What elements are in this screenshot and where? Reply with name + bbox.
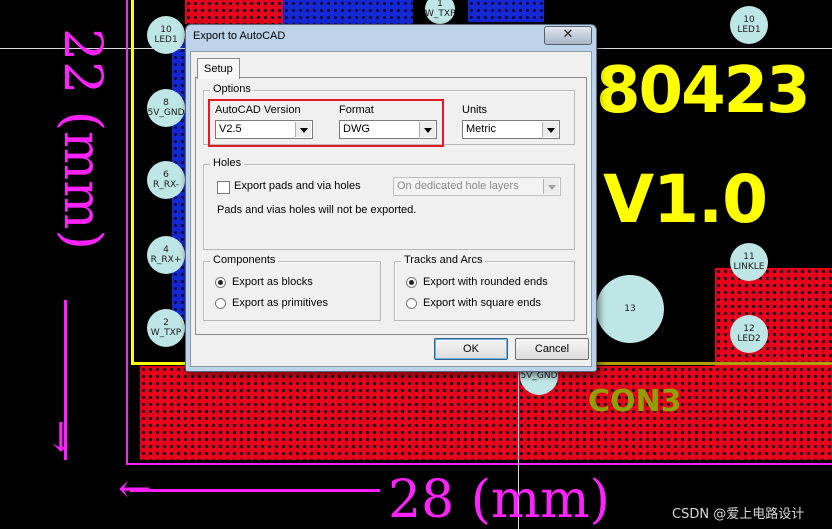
pcb-pad: 6 R_RX- [147, 161, 185, 199]
board-outline-left [126, 0, 128, 465]
copper-bottom-layer-top [283, 0, 413, 24]
tab-setup[interactable]: Setup [197, 58, 240, 79]
copper-pour-right [715, 268, 832, 366]
dimension-vertical-arrow-icon: ↓ [44, 415, 78, 461]
silkscreen-connector: CON3 [588, 384, 682, 419]
cancel-button[interactable]: Cancel [515, 338, 589, 360]
chevron-down-icon [542, 122, 558, 137]
silkscreen-trace [590, 362, 832, 365]
copper-bottom-layer-top-2 [468, 0, 544, 22]
close-icon: ✕ [562, 27, 574, 42]
silkscreen-frame-left [131, 0, 134, 365]
silkscreen-frame-bottom [131, 362, 191, 365]
rounded-ends-radio[interactable] [406, 277, 417, 288]
copper-pour-top [185, 0, 285, 24]
close-button[interactable]: ✕ [544, 26, 592, 45]
pcb-pad: 8 5V_GND [147, 89, 185, 127]
watermark: CSDN @爱上电路设计 [672, 507, 805, 522]
rounded-ends-label[interactable]: Export with rounded ends [423, 276, 548, 288]
holes-note: Pads and vias holes will not be exported… [217, 204, 417, 216]
dimension-horizontal-label: 28 (mm) [388, 470, 610, 529]
options-group: Options AutoCAD Version V2.5 Format DWG … [203, 83, 575, 147]
export-autocad-dialog: Export to AutoCAD ✕ Setup Options AutoCA… [185, 24, 597, 372]
export-as-blocks-radio[interactable] [215, 277, 226, 288]
pcb-pad: 10 LED1 [730, 6, 768, 44]
chevron-down-icon [543, 179, 559, 194]
square-ends-radio[interactable] [406, 298, 417, 309]
pcb-pad: 13 [596, 275, 664, 343]
tracks-arcs-group: Tracks and Arcs Export with rounded ends… [394, 254, 575, 321]
units-value: Metric [466, 123, 496, 135]
export-as-blocks-label[interactable]: Export as blocks [232, 276, 313, 288]
units-select[interactable]: Metric [462, 120, 560, 139]
components-group: Components Export as blocks Export as pr… [203, 254, 381, 321]
pcb-pad: 10 LED1 [147, 16, 185, 54]
dialog-titlebar[interactable]: Export to AutoCAD ✕ [186, 25, 596, 49]
holes-group-label: Holes [210, 157, 245, 169]
holes-group: Holes Export pads and via holes On dedic… [203, 157, 575, 250]
export-holes-checkbox[interactable] [217, 181, 230, 194]
dimension-horizontal-line [130, 489, 380, 492]
dimension-vertical-label: 22 (mm) [52, 28, 112, 250]
options-group-label: Options [210, 83, 254, 95]
dialog-client: Setup Options AutoCAD Version V2.5 Forma… [190, 51, 592, 367]
setup-panel: Options AutoCAD Version V2.5 Format DWG … [195, 77, 587, 335]
copper-pour-bottom [140, 366, 832, 460]
pcb-pad: 12 LED2 [730, 315, 768, 353]
board-outline-bottom [126, 463, 832, 465]
dimension-horizontal-arrow-icon: ← [118, 466, 152, 512]
ok-button[interactable]: OK [434, 338, 508, 360]
hole-layer-value: On dedicated hole layers [397, 180, 519, 192]
square-ends-label[interactable]: Export with square ends [423, 297, 541, 309]
silkscreen-version: V1.0 [603, 161, 768, 238]
export-holes-label[interactable]: Export pads and via holes [234, 180, 361, 192]
hole-layer-select[interactable]: On dedicated hole layers [393, 177, 561, 196]
dialog-title: Export to AutoCAD [193, 30, 286, 42]
units-label: Units [462, 104, 488, 116]
annotation-highlight-box [208, 99, 444, 147]
components-group-label: Components [210, 254, 279, 266]
export-as-primitives-label[interactable]: Export as primitives [232, 297, 328, 309]
tracks-arcs-group-label: Tracks and Arcs [401, 254, 486, 266]
export-as-primitives-radio[interactable] [215, 298, 226, 309]
pcb-pad: 4 R_RX+ [147, 236, 185, 274]
pcb-pad: 2 W_TXP [147, 309, 185, 347]
pcb-pad: 1 W_TXP [425, 0, 456, 24]
pcb-pad: 11 LINKLE [730, 243, 768, 281]
pcb-canvas[interactable]: 10 LED1 8 5V_GND 6 R_RX- 4 R_RX+ 2 W_TXP 1 W_T… [0, 0, 832, 529]
silkscreen-part-number: 80423 [596, 54, 811, 128]
